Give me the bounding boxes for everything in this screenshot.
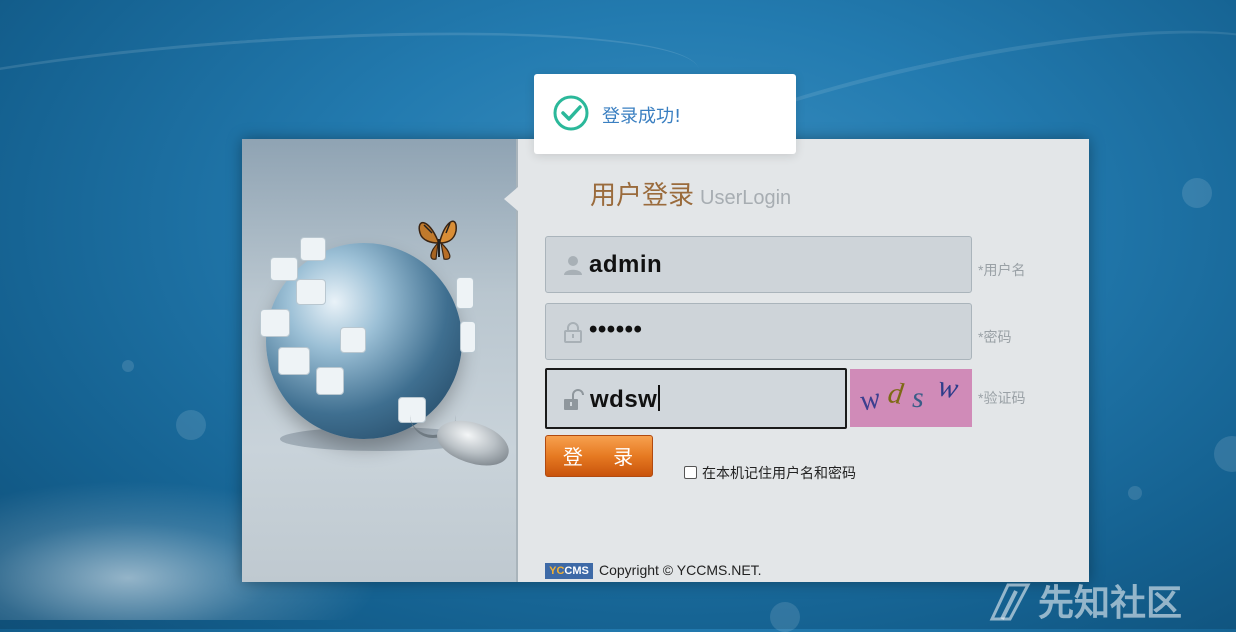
watermark: 先知社区: [988, 574, 1182, 626]
background-bubble: [1182, 178, 1212, 208]
user-icon: [564, 256, 582, 275]
puzzle-piece: [456, 277, 474, 309]
watermark-logo-icon: [989, 583, 1031, 621]
background-bubble: [770, 602, 800, 632]
puzzle-piece: [296, 279, 326, 305]
login-title-cn: 用户登录: [590, 181, 695, 211]
background-bubble: [1214, 436, 1236, 472]
puzzle-piece: [316, 367, 344, 395]
captcha-value: wdsw: [590, 385, 661, 414]
illustration-pane: [242, 139, 516, 582]
watermark-text: 先知社区: [1038, 583, 1183, 624]
puzzle-piece: [300, 237, 326, 261]
background-bubble: [122, 360, 134, 372]
check-circle-icon: [553, 95, 589, 131]
globe-illustration: [260, 217, 515, 477]
captcha-input[interactable]: wdsw: [545, 368, 847, 429]
lock-icon: [564, 322, 582, 343]
puzzle-piece: [340, 327, 366, 353]
background-bubble: [1128, 486, 1142, 500]
yccms-logo: YCCMS: [545, 563, 593, 580]
footer: YCCMS Copyright © YCCMS.NET.: [545, 562, 762, 580]
success-toast: 登录成功!: [534, 74, 796, 154]
login-button[interactable]: 登 录: [545, 435, 653, 477]
remember-checkbox[interactable]: [684, 466, 697, 479]
unlock-icon: [564, 389, 584, 410]
puzzle-piece: [270, 257, 298, 281]
captcha-hint: *验证码: [978, 390, 1026, 406]
copyright-text: Copyright © YCCMS.NET.: [599, 562, 762, 578]
captcha-char: d: [885, 376, 906, 411]
captcha-char: s: [912, 381, 924, 414]
remember-me[interactable]: 在本机记住用户名和密码: [684, 463, 856, 483]
remember-label: 在本机记住用户名和密码: [702, 466, 856, 482]
password-value: ••••••: [589, 316, 643, 343]
username-value: admin: [589, 251, 663, 278]
password-hint: *密码: [978, 329, 1012, 345]
puzzle-piece: [260, 309, 290, 337]
username-hint: *用户名: [978, 262, 1026, 278]
password-field[interactable]: ••••••: [545, 303, 972, 360]
login-title-en: UserLogin: [700, 187, 792, 209]
login-title: 用户登录 UserLogin: [590, 175, 791, 212]
captcha-char: w: [856, 381, 884, 418]
pane-pointer: [504, 187, 518, 211]
puzzle-piece: [460, 321, 476, 353]
background-bubble: [176, 410, 206, 440]
puzzle-piece: [278, 347, 310, 375]
captcha-image[interactable]: w d s w: [850, 369, 972, 427]
text-caret: [658, 385, 661, 411]
username-field[interactable]: admin: [545, 236, 972, 293]
toast-message: 登录成功!: [602, 106, 682, 127]
login-panel: 用户登录 UserLogin admin *用户名 •••••• *密码 wdsw…: [242, 139, 1089, 582]
captcha-char: w: [935, 369, 961, 406]
butterfly-icon: [418, 220, 457, 260]
